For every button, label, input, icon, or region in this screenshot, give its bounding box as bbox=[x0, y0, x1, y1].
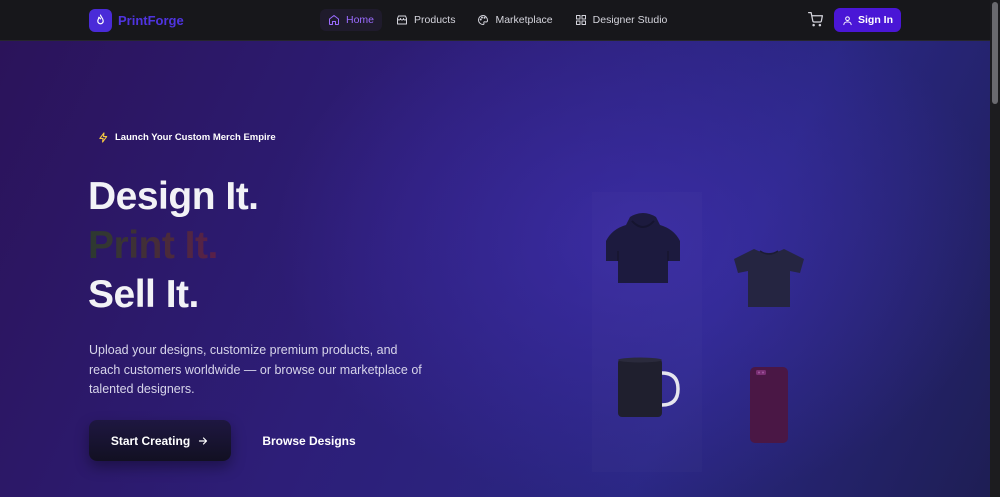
palette-icon bbox=[478, 15, 489, 25]
nav-link-label: Home bbox=[346, 14, 375, 26]
hero-heading-line-1: Design It. bbox=[88, 175, 259, 218]
store-icon bbox=[397, 15, 408, 25]
nav-link-designer-studio[interactable]: Designer Studio bbox=[567, 9, 676, 31]
brand[interactable]: PrintForge bbox=[89, 8, 184, 32]
nav-link-products[interactable]: Products bbox=[388, 9, 463, 31]
scrollbar-thumb[interactable] bbox=[992, 2, 998, 104]
nav-link-marketplace[interactable]: Marketplace bbox=[469, 9, 560, 31]
browse-designs-button[interactable]: Browse Designs bbox=[241, 420, 377, 461]
hero-badge-text: Launch Your Custom Merch Empire bbox=[115, 131, 276, 143]
tshirt-image bbox=[734, 249, 804, 307]
hero-section: Launch Your Custom Merch Empire Design I… bbox=[0, 41, 990, 497]
hoodie-image bbox=[606, 213, 680, 283]
user-icon bbox=[843, 15, 852, 25]
phone-case-image bbox=[750, 367, 788, 443]
nav-link-label: Products bbox=[414, 14, 456, 26]
arrow-right-icon bbox=[199, 436, 208, 445]
start-creating-button[interactable]: Start Creating bbox=[89, 420, 231, 461]
nav-link-label: Marketplace bbox=[495, 14, 553, 26]
browse-designs-label: Browse Designs bbox=[262, 433, 356, 448]
nav-link-label: Designer Studio bbox=[592, 14, 668, 26]
hero-description: Upload your designs, customize premium p… bbox=[89, 343, 422, 396]
start-creating-label: Start Creating bbox=[110, 433, 191, 448]
cart-icon[interactable] bbox=[808, 12, 823, 27]
hero-badge: Launch Your Custom Merch Empire bbox=[90, 127, 284, 147]
flame-icon bbox=[89, 8, 112, 32]
brand-name: PrintForge bbox=[118, 12, 184, 28]
sign-in-button[interactable]: Sign In bbox=[834, 8, 901, 32]
top-navbar: PrintForge Home Products Marketplace Des… bbox=[0, 0, 990, 41]
hero-heading-line-2: Print It. bbox=[88, 224, 218, 267]
nav-link-home[interactable]: Home bbox=[320, 9, 383, 31]
home-icon bbox=[329, 15, 339, 25]
grid-icon bbox=[575, 15, 586, 25]
nav-links: Home Products Marketplace Designer Studi… bbox=[320, 9, 675, 31]
sign-in-label: Sign In bbox=[858, 14, 893, 26]
mug-image bbox=[618, 357, 680, 417]
lightning-icon bbox=[99, 131, 108, 143]
hero-heading-line-3: Sell It. bbox=[88, 273, 199, 316]
